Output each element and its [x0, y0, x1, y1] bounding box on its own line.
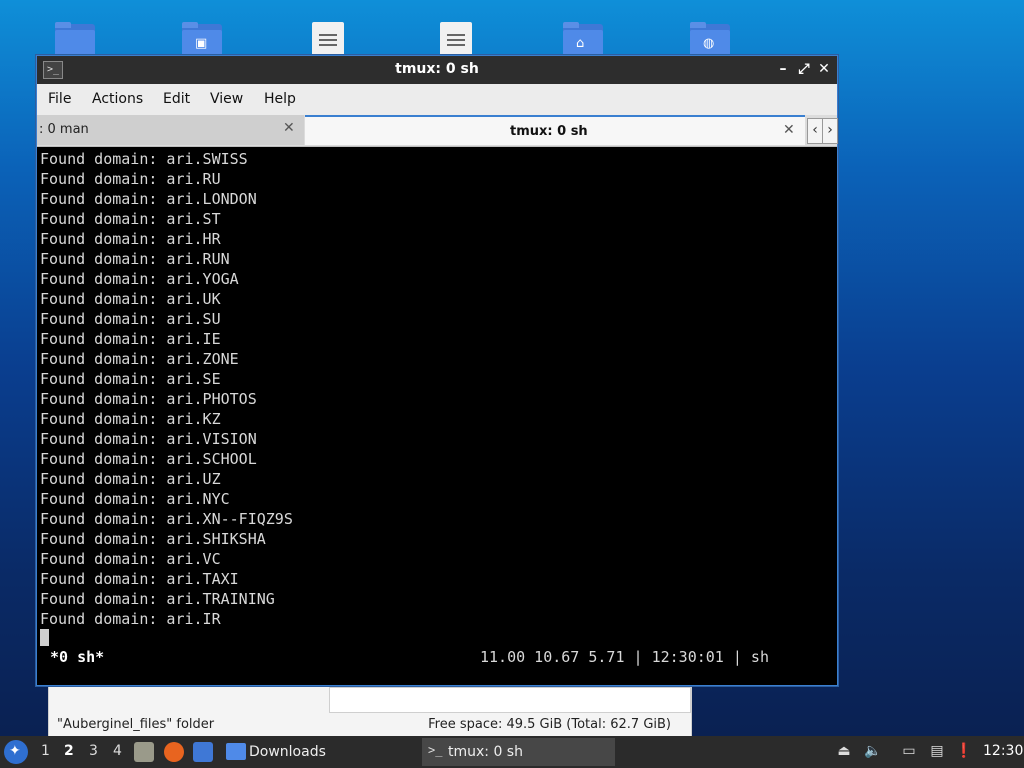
file-manager-status-selection: "Auberginel_files" folder: [57, 717, 215, 732]
terminal-line: Found domain: ari.HR: [40, 230, 221, 248]
terminal-line: Found domain: ari.KZ: [40, 410, 221, 428]
terminal-line: Found domain: ari.TAXI: [40, 570, 239, 588]
terminal-line: Found domain: ari.VC: [40, 550, 221, 568]
desktop-document-icon[interactable]: [312, 22, 344, 56]
scroll-tabs-right-icon[interactable]: ›: [822, 118, 838, 144]
terminal-line: Found domain: ari.UK: [40, 290, 221, 308]
terminal-line: Found domain: ari.SWISS: [40, 150, 248, 168]
desktop-launcher-icon[interactable]: [193, 742, 213, 762]
menu-view[interactable]: View: [210, 91, 243, 107]
eject-icon[interactable]: ⏏: [835, 742, 853, 760]
desktop-network-folder-icon[interactable]: ◍: [690, 22, 730, 56]
workspace-2[interactable]: 2: [64, 743, 74, 759]
terminal-line: Found domain: ari.TRAINING: [40, 590, 275, 608]
tmux-status-info: 11.00 10.67 5.71 | 12:30:01 | sh: [480, 648, 769, 666]
terminal-line: Found domain: ari.ST: [40, 210, 221, 228]
desktop-pictures-folder-icon[interactable]: ▣: [182, 22, 222, 56]
terminal-line: Found domain: ari.SE: [40, 370, 221, 388]
terminal-cursor: [40, 629, 49, 646]
terminal-line: Found domain: ari.VISION: [40, 430, 257, 448]
terminal-line: Found domain: ari.SHIKSHA: [40, 530, 266, 548]
tab-label: : 0 man: [39, 122, 89, 137]
firefox-launcher-icon[interactable]: [164, 742, 184, 762]
task-tmux[interactable]: >_ tmux: 0 sh: [422, 738, 615, 766]
tab-man[interactable]: : 0 man ✕: [37, 115, 304, 145]
clipboard-icon[interactable]: ▭: [900, 742, 918, 760]
terminal-line: Found domain: ari.LONDON: [40, 190, 257, 208]
tmux-status-window: *0 sh*: [50, 648, 105, 666]
file-manager-status-free-space: Free space: 49.5 GiB (Total: 62.7 GiB): [428, 717, 671, 732]
terminal-line: Found domain: ari.RU: [40, 170, 221, 188]
terminal-line: Found domain: ari.PHOTOS: [40, 390, 257, 408]
window-title: tmux: 0 sh: [395, 61, 479, 77]
terminal-window: >_ tmux: 0 sh – ⤢ ✕ File Actions Edit Vi…: [36, 55, 838, 686]
folder-icon: [226, 743, 246, 760]
task-label: Downloads: [249, 744, 326, 760]
file-manager-launcher-icon[interactable]: [134, 742, 154, 762]
network-icon[interactable]: ▤: [928, 742, 946, 760]
start-menu-icon: ✦: [9, 743, 21, 759]
terminal-line: Found domain: ari.UZ: [40, 470, 221, 488]
tab-bar: : 0 man ✕ tmux: 0 sh ✕ ‹ ›: [37, 115, 838, 147]
scroll-tabs-left-icon[interactable]: ‹: [807, 118, 823, 144]
start-menu-button[interactable]: ✦: [4, 740, 28, 764]
workspace-3[interactable]: 3: [89, 743, 98, 759]
terminal-line: Found domain: ari.IE: [40, 330, 221, 348]
terminal-line: Found domain: ari.RUN: [40, 250, 230, 268]
menu-edit[interactable]: Edit: [163, 91, 190, 107]
terminal-line: Found domain: ari.SCHOOL: [40, 450, 257, 468]
menu-actions[interactable]: Actions: [92, 91, 143, 107]
tab-label: tmux: 0 sh: [510, 124, 588, 139]
close-button[interactable]: ✕: [814, 59, 834, 79]
terminal-line: Found domain: ari.YOGA: [40, 270, 239, 288]
workspace-1[interactable]: 1: [41, 743, 50, 759]
task-downloads[interactable]: Downloads: [224, 740, 414, 764]
desktop-folder-icon[interactable]: [55, 22, 95, 56]
task-label: tmux: 0 sh: [448, 744, 523, 760]
terminal-icon: >_: [428, 743, 443, 757]
maximize-button[interactable]: ⤢: [794, 59, 814, 79]
close-tab-icon[interactable]: ✕: [783, 122, 795, 138]
taskbar: ✦ 1 2 3 4 Downloads >_ tmux: 0 sh ⏏ 🔈 ▭ …: [0, 736, 1024, 768]
window-titlebar[interactable]: >_ tmux: 0 sh – ⤢ ✕: [37, 56, 837, 84]
tab-tmux[interactable]: tmux: 0 sh ✕: [305, 115, 805, 145]
minimize-button[interactable]: –: [773, 59, 793, 79]
terminal-line: Found domain: ari.SU: [40, 310, 221, 328]
menu-file[interactable]: File: [48, 91, 71, 107]
updates-icon[interactable]: ❗: [955, 742, 973, 760]
file-manager-pane: [329, 687, 691, 713]
menu-help[interactable]: Help: [264, 91, 296, 107]
clock[interactable]: 12:30: [983, 743, 1023, 759]
menu-bar: File Actions Edit View Help: [37, 85, 837, 115]
terminal-line: Found domain: ari.XN--FIQZ9S: [40, 510, 293, 528]
volume-icon[interactable]: 🔈: [864, 742, 882, 760]
terminal-line: Found domain: ari.IR: [40, 610, 221, 628]
terminal-output[interactable]: Found domain: ari.SWISS Found domain: ar…: [37, 147, 837, 685]
terminal-line: Found domain: ari.NYC: [40, 490, 230, 508]
terminal-line: Found domain: ari.ZONE: [40, 350, 239, 368]
desktop-home-folder-icon[interactable]: ⌂: [563, 22, 603, 56]
workspace-4[interactable]: 4: [113, 743, 122, 759]
desktop-text-file-icon[interactable]: [440, 22, 472, 56]
close-tab-icon[interactable]: ✕: [283, 120, 295, 136]
